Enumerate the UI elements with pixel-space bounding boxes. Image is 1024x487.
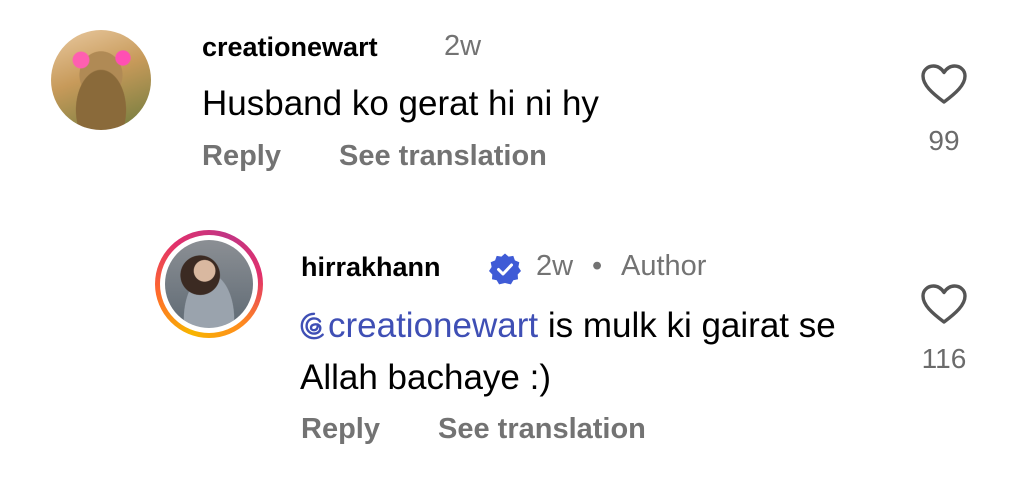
comment-text: Husband ko gerat hi ni hy bbox=[202, 84, 599, 123]
reply-button[interactable]: Reply bbox=[301, 413, 380, 446]
mention-link[interactable]: creationewart bbox=[300, 306, 538, 345]
like-count: 116 bbox=[921, 343, 967, 374]
like-count: 99 bbox=[928, 125, 960, 156]
see-translation-button[interactable]: See translation bbox=[438, 413, 646, 446]
comments-thread: creationewart 2w Husband ko gerat hi ni … bbox=[0, 0, 1024, 487]
avatar[interactable] bbox=[51, 30, 151, 130]
comment-timestamp: 2w bbox=[444, 30, 482, 62]
heart-icon[interactable] bbox=[920, 283, 968, 325]
threads-at-icon bbox=[300, 312, 324, 340]
heart-icon[interactable] bbox=[920, 63, 968, 105]
comment-reply: hirrakhann 2w • Author creationewart is … bbox=[0, 220, 1024, 480]
reply-button[interactable]: Reply bbox=[202, 140, 281, 173]
mention-username[interactable]: creationewart bbox=[328, 306, 538, 345]
comment-username[interactable]: hirrakhann bbox=[301, 252, 441, 283]
see-translation-button[interactable]: See translation bbox=[339, 140, 547, 173]
comment: creationewart 2w Husband ko gerat hi ni … bbox=[0, 0, 1024, 200]
avatar-story-ring[interactable] bbox=[155, 230, 263, 338]
comment-timestamp: 2w bbox=[536, 250, 574, 282]
author-label: Author bbox=[621, 250, 707, 282]
comment-text: creationewart is mulk ki gairat se Allah… bbox=[300, 300, 860, 404]
verified-badge-icon bbox=[489, 253, 521, 285]
avatar bbox=[165, 240, 253, 328]
comment-username[interactable]: creationewart bbox=[202, 32, 378, 63]
separator-dot: • bbox=[592, 250, 603, 282]
